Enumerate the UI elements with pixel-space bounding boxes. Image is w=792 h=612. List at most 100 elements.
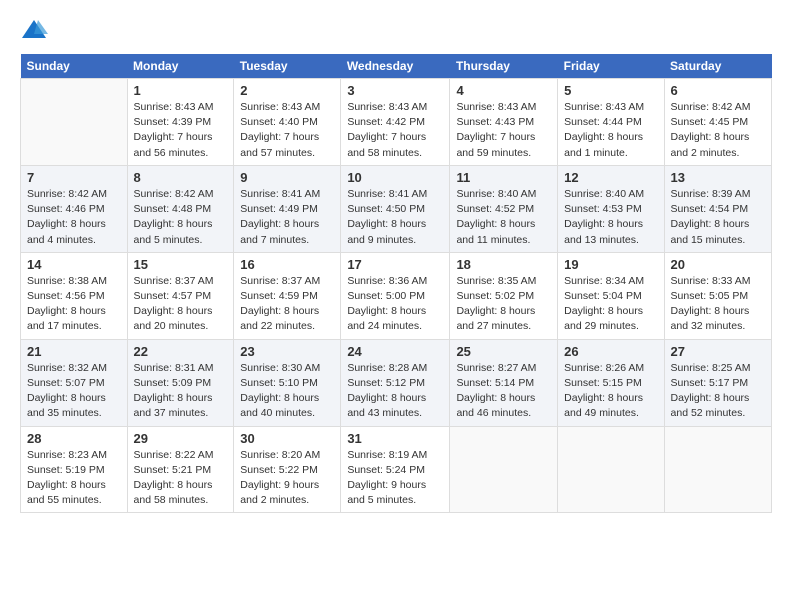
day-number: 4 (456, 83, 551, 98)
day-number: 22 (134, 344, 228, 359)
day-number: 23 (240, 344, 334, 359)
day-number: 25 (456, 344, 551, 359)
day-info: Sunrise: 8:41 AMSunset: 4:49 PMDaylight:… (240, 187, 334, 248)
calendar-cell: 15 Sunrise: 8:37 AMSunset: 4:57 PMDayligh… (127, 252, 234, 339)
day-info: Sunrise: 8:33 AMSunset: 5:05 PMDaylight:… (671, 274, 765, 335)
calendar-cell: 9 Sunrise: 8:41 AMSunset: 4:49 PMDaylight… (234, 165, 341, 252)
calendar-cell: 1 Sunrise: 8:43 AMSunset: 4:39 PMDaylight… (127, 79, 234, 166)
calendar-cell: 19 Sunrise: 8:34 AMSunset: 5:04 PMDayligh… (558, 252, 664, 339)
weekday-header-friday: Friday (558, 54, 664, 79)
day-info: Sunrise: 8:37 AMSunset: 4:59 PMDaylight:… (240, 274, 334, 335)
calendar-week-row: 21 Sunrise: 8:32 AMSunset: 5:07 PMDayligh… (21, 339, 772, 426)
calendar-cell: 23 Sunrise: 8:30 AMSunset: 5:10 PMDayligh… (234, 339, 341, 426)
day-number: 21 (27, 344, 121, 359)
day-info: Sunrise: 8:27 AMSunset: 5:14 PMDaylight:… (456, 361, 551, 422)
day-info: Sunrise: 8:42 AMSunset: 4:46 PMDaylight:… (27, 187, 121, 248)
weekday-header-wednesday: Wednesday (341, 54, 450, 79)
day-info: Sunrise: 8:35 AMSunset: 5:02 PMDaylight:… (456, 274, 551, 335)
day-number: 3 (347, 83, 443, 98)
calendar-cell: 12 Sunrise: 8:40 AMSunset: 4:53 PMDayligh… (558, 165, 664, 252)
calendar-cell (558, 426, 664, 513)
day-number: 30 (240, 431, 334, 446)
calendar-cell: 24 Sunrise: 8:28 AMSunset: 5:12 PMDayligh… (341, 339, 450, 426)
calendar-cell (664, 426, 771, 513)
day-number: 9 (240, 170, 334, 185)
day-number: 11 (456, 170, 551, 185)
day-number: 16 (240, 257, 334, 272)
weekday-header-thursday: Thursday (450, 54, 558, 79)
day-number: 24 (347, 344, 443, 359)
weekday-header-row: SundayMondayTuesdayWednesdayThursdayFrid… (21, 54, 772, 79)
day-info: Sunrise: 8:36 AMSunset: 5:00 PMDaylight:… (347, 274, 443, 335)
weekday-header-monday: Monday (127, 54, 234, 79)
calendar-cell: 28 Sunrise: 8:23 AMSunset: 5:19 PMDayligh… (21, 426, 128, 513)
calendar-cell: 18 Sunrise: 8:35 AMSunset: 5:02 PMDayligh… (450, 252, 558, 339)
day-number: 12 (564, 170, 657, 185)
weekday-header-saturday: Saturday (664, 54, 771, 79)
day-info: Sunrise: 8:37 AMSunset: 4:57 PMDaylight:… (134, 274, 228, 335)
day-info: Sunrise: 8:42 AMSunset: 4:45 PMDaylight:… (671, 100, 765, 161)
day-info: Sunrise: 8:22 AMSunset: 5:21 PMDaylight:… (134, 448, 228, 509)
calendar-cell: 20Sunrise: 8:33 AMSunset: 5:05 PMDayligh… (664, 252, 771, 339)
calendar-week-row: 7Sunrise: 8:42 AMSunset: 4:46 PMDaylight… (21, 165, 772, 252)
day-number: 15 (134, 257, 228, 272)
calendar-cell (21, 79, 128, 166)
day-number: 18 (456, 257, 551, 272)
day-info: Sunrise: 8:28 AMSunset: 5:12 PMDaylight:… (347, 361, 443, 422)
day-number: 14 (27, 257, 121, 272)
calendar-cell: 4 Sunrise: 8:43 AMSunset: 4:43 PMDaylight… (450, 79, 558, 166)
day-info: Sunrise: 8:30 AMSunset: 5:10 PMDaylight:… (240, 361, 334, 422)
day-info: Sunrise: 8:32 AMSunset: 5:07 PMDaylight:… (27, 361, 121, 422)
day-info: Sunrise: 8:31 AMSunset: 5:09 PMDaylight:… (134, 361, 228, 422)
day-info: Sunrise: 8:43 AMSunset: 4:43 PMDaylight:… (456, 100, 551, 161)
calendar-cell: 10Sunrise: 8:41 AMSunset: 4:50 PMDayligh… (341, 165, 450, 252)
day-number: 17 (347, 257, 443, 272)
day-info: Sunrise: 8:38 AMSunset: 4:56 PMDaylight:… (27, 274, 121, 335)
day-number: 29 (134, 431, 228, 446)
calendar-cell: 13 Sunrise: 8:39 AMSunset: 4:54 PMDayligh… (664, 165, 771, 252)
day-number: 5 (564, 83, 657, 98)
day-number: 6 (671, 83, 765, 98)
day-info: Sunrise: 8:26 AMSunset: 5:15 PMDaylight:… (564, 361, 657, 422)
day-info: Sunrise: 8:43 AMSunset: 4:40 PMDaylight:… (240, 100, 334, 161)
day-info: Sunrise: 8:34 AMSunset: 5:04 PMDaylight:… (564, 274, 657, 335)
calendar-cell: 5 Sunrise: 8:43 AMSunset: 4:44 PMDaylight… (558, 79, 664, 166)
day-info: Sunrise: 8:19 AMSunset: 5:24 PMDaylight:… (347, 448, 443, 509)
calendar-cell: 22 Sunrise: 8:31 AMSunset: 5:09 PMDayligh… (127, 339, 234, 426)
calendar-week-row: 28 Sunrise: 8:23 AMSunset: 5:19 PMDayligh… (21, 426, 772, 513)
day-number: 2 (240, 83, 334, 98)
calendar-cell: 26 Sunrise: 8:26 AMSunset: 5:15 PMDayligh… (558, 339, 664, 426)
day-number: 27 (671, 344, 765, 359)
day-number: 26 (564, 344, 657, 359)
calendar-week-row: 1 Sunrise: 8:43 AMSunset: 4:39 PMDaylight… (21, 79, 772, 166)
header (20, 16, 772, 44)
calendar-cell: 25 Sunrise: 8:27 AMSunset: 5:14 PMDayligh… (450, 339, 558, 426)
calendar-cell: 17 Sunrise: 8:36 AMSunset: 5:00 PMDayligh… (341, 252, 450, 339)
calendar-cell: 16 Sunrise: 8:37 AMSunset: 4:59 PMDayligh… (234, 252, 341, 339)
day-number: 28 (27, 431, 121, 446)
day-number: 1 (134, 83, 228, 98)
calendar-table: SundayMondayTuesdayWednesdayThursdayFrid… (20, 54, 772, 513)
calendar-cell: 31Sunrise: 8:19 AMSunset: 5:24 PMDayligh… (341, 426, 450, 513)
day-info: Sunrise: 8:23 AMSunset: 5:19 PMDaylight:… (27, 448, 121, 509)
page: SundayMondayTuesdayWednesdayThursdayFrid… (0, 0, 792, 612)
calendar-cell: 2 Sunrise: 8:43 AMSunset: 4:40 PMDaylight… (234, 79, 341, 166)
day-info: Sunrise: 8:40 AMSunset: 4:52 PMDaylight:… (456, 187, 551, 248)
day-number: 8 (134, 170, 228, 185)
day-info: Sunrise: 8:40 AMSunset: 4:53 PMDaylight:… (564, 187, 657, 248)
day-info: Sunrise: 8:43 AMSunset: 4:39 PMDaylight:… (134, 100, 228, 161)
day-info: Sunrise: 8:39 AMSunset: 4:54 PMDaylight:… (671, 187, 765, 248)
calendar-cell: 21 Sunrise: 8:32 AMSunset: 5:07 PMDayligh… (21, 339, 128, 426)
day-info: Sunrise: 8:20 AMSunset: 5:22 PMDaylight:… (240, 448, 334, 509)
day-number: 13 (671, 170, 765, 185)
calendar-week-row: 14 Sunrise: 8:38 AMSunset: 4:56 PMDayligh… (21, 252, 772, 339)
weekday-header-sunday: Sunday (21, 54, 128, 79)
calendar-cell (450, 426, 558, 513)
calendar-cell: 6 Sunrise: 8:42 AMSunset: 4:45 PMDaylight… (664, 79, 771, 166)
day-info: Sunrise: 8:41 AMSunset: 4:50 PMDaylight:… (347, 187, 443, 248)
day-number: 19 (564, 257, 657, 272)
calendar-cell: 27Sunrise: 8:25 AMSunset: 5:17 PMDayligh… (664, 339, 771, 426)
day-info: Sunrise: 8:43 AMSunset: 4:44 PMDaylight:… (564, 100, 657, 161)
logo (20, 16, 52, 44)
calendar-cell: 30 Sunrise: 8:20 AMSunset: 5:22 PMDayligh… (234, 426, 341, 513)
